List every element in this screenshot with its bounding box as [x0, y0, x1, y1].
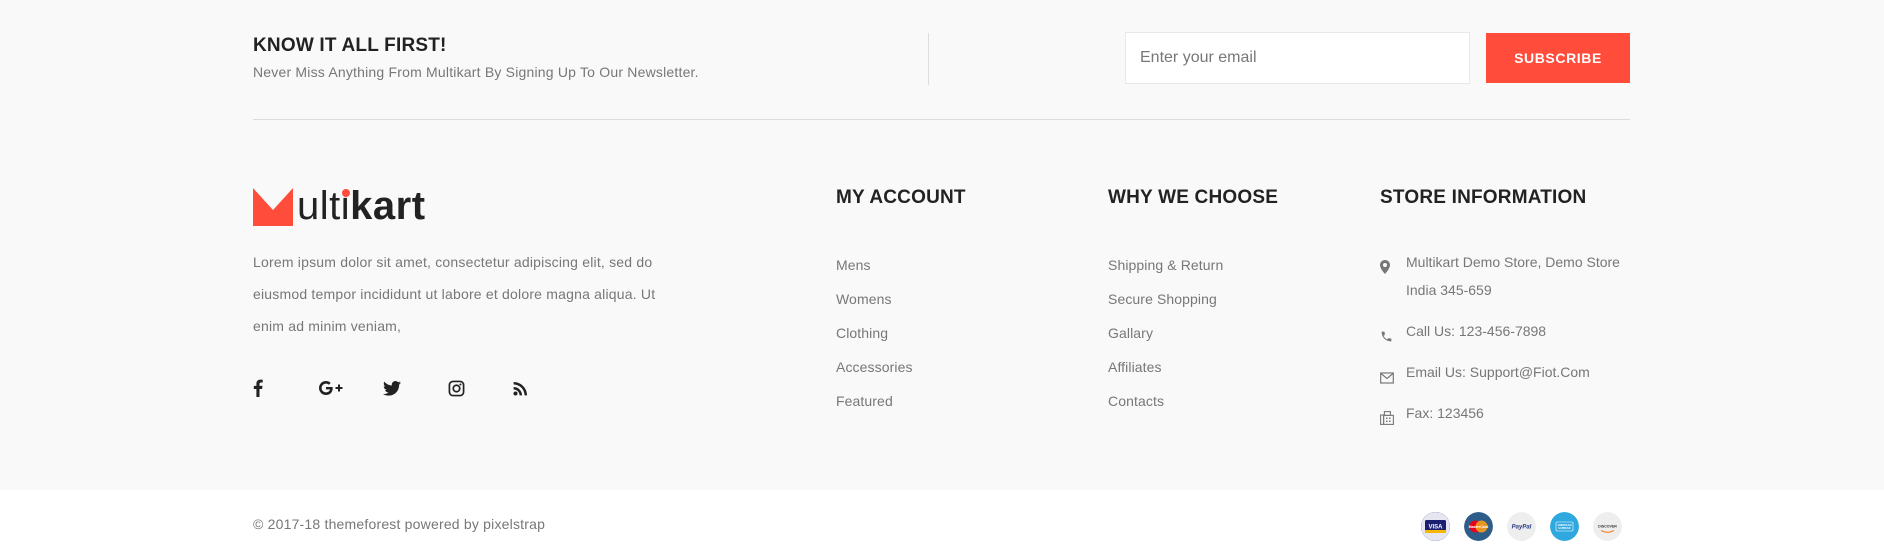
shipping-return-link[interactable]: Shipping & Return	[1108, 257, 1223, 273]
store-address: Multikart Demo Store, Demo Store India 3…	[1380, 248, 1640, 304]
store-fax-text: Fax: 123456	[1406, 405, 1484, 421]
american-express-icon: AMERICAN EXPRESS	[1550, 512, 1579, 541]
svg-text:EXPRESS: EXPRESS	[1558, 526, 1571, 530]
store-email: Email Us: Support@Fiot.Com	[1380, 358, 1640, 386]
phone-icon	[1380, 324, 1394, 342]
svg-text:DISCOVER: DISCOVER	[1598, 525, 1617, 529]
facebook-link[interactable]	[253, 377, 318, 399]
svg-text:VISA: VISA	[1428, 525, 1443, 531]
clothing-link[interactable]: Clothing	[836, 325, 888, 341]
my-account-list: Mens Womens Clothing Accessories Feature…	[836, 248, 913, 418]
discover-icon: DISCOVER	[1593, 512, 1622, 541]
newsletter-section: KNOW IT ALL FIRST! Never Miss Anything F…	[253, 30, 1630, 86]
subscribe-button[interactable]: SUBSCRIBE	[1486, 33, 1630, 83]
store-phone: Call Us: 123-456-7898	[1380, 317, 1640, 345]
list-item[interactable]: Accessories	[836, 350, 913, 384]
paypal-icon: PayPal	[1507, 512, 1536, 541]
logo-dot	[342, 189, 350, 197]
store-information-title: STORE INFORMATION	[1380, 187, 1587, 208]
newsletter-divider	[928, 33, 929, 85]
list-item[interactable]: Contacts	[1108, 384, 1223, 418]
why-we-choose-list: Shipping & Return Secure Shopping Gallar…	[1108, 248, 1223, 418]
rss-icon	[513, 381, 528, 395]
instagram-icon	[448, 380, 465, 396]
facebook-icon	[253, 379, 263, 397]
svg-text:PayPal: PayPal	[1512, 525, 1532, 531]
visa-icon: VISA	[1421, 512, 1450, 541]
list-item[interactable]: Gallary	[1108, 316, 1223, 350]
instagram-link[interactable]	[448, 377, 513, 399]
list-item[interactable]: Shipping & Return	[1108, 248, 1223, 282]
envelope-icon	[1380, 365, 1394, 384]
my-account-title: MY ACCOUNT	[836, 187, 966, 208]
logo-text: ultikart	[297, 186, 426, 226]
about-text: Lorem ipsum dolor sit amet, consectetur …	[253, 254, 656, 334]
store-information-list: Multikart Demo Store, Demo Store India 3…	[1380, 248, 1640, 440]
twitter-icon	[383, 380, 401, 396]
mens-link[interactable]: Mens	[836, 257, 871, 273]
email-field[interactable]	[1125, 32, 1470, 84]
list-item[interactable]: Secure Shopping	[1108, 282, 1223, 316]
sub-footer: © 2017-18 themeforest powered by pixelst…	[0, 490, 1884, 557]
payment-methods: VISA MasterCard PayPal AMERICAN EXPRESS D…	[1421, 512, 1622, 541]
twitter-link[interactable]	[383, 377, 448, 399]
womens-link[interactable]: Womens	[836, 291, 892, 307]
multikart-logo[interactable]: ultikart	[253, 186, 426, 226]
secure-shopping-link[interactable]: Secure Shopping	[1108, 291, 1217, 307]
list-item[interactable]: Womens	[836, 282, 913, 316]
contacts-link[interactable]: Contacts	[1108, 393, 1164, 409]
why-we-choose-title: WHY WE CHOOSE	[1108, 187, 1279, 208]
store-phone-text: Call Us: 123-456-7898	[1406, 323, 1547, 339]
map-marker-icon	[1380, 255, 1394, 274]
fax-icon	[1380, 406, 1394, 425]
rss-link[interactable]	[513, 377, 578, 399]
google-plus-icon	[319, 381, 343, 395]
gallary-link[interactable]: Gallary	[1108, 325, 1153, 341]
copyright-text: © 2017-18 themeforest powered by pixelst…	[253, 516, 546, 532]
list-item[interactable]: Clothing	[836, 316, 913, 350]
section-divider	[253, 119, 1630, 120]
newsletter-subtitle: Never Miss Anything From Multikart By Si…	[253, 64, 699, 80]
featured-link[interactable]: Featured	[836, 393, 893, 409]
list-item[interactable]: Affiliates	[1108, 350, 1223, 384]
store-fax: Fax: 123456	[1380, 399, 1640, 427]
store-address-text: Multikart Demo Store, Demo Store India 3…	[1406, 254, 1620, 298]
list-item[interactable]: Mens	[836, 248, 913, 282]
store-email-text: Email Us: Support@Fiot.Com	[1406, 364, 1590, 380]
mastercard-icon: MasterCard	[1464, 512, 1493, 541]
logo-text-bold: kart	[350, 184, 426, 228]
affiliates-link[interactable]: Affiliates	[1108, 359, 1162, 375]
logo-m-icon	[253, 188, 293, 226]
list-item[interactable]: Featured	[836, 384, 913, 418]
accessories-link[interactable]: Accessories	[836, 359, 913, 375]
svg-text:MasterCard: MasterCard	[1469, 525, 1489, 529]
google-plus-link[interactable]	[318, 377, 383, 399]
newsletter-title: KNOW IT ALL FIRST!	[253, 35, 447, 56]
social-links	[253, 377, 578, 399]
